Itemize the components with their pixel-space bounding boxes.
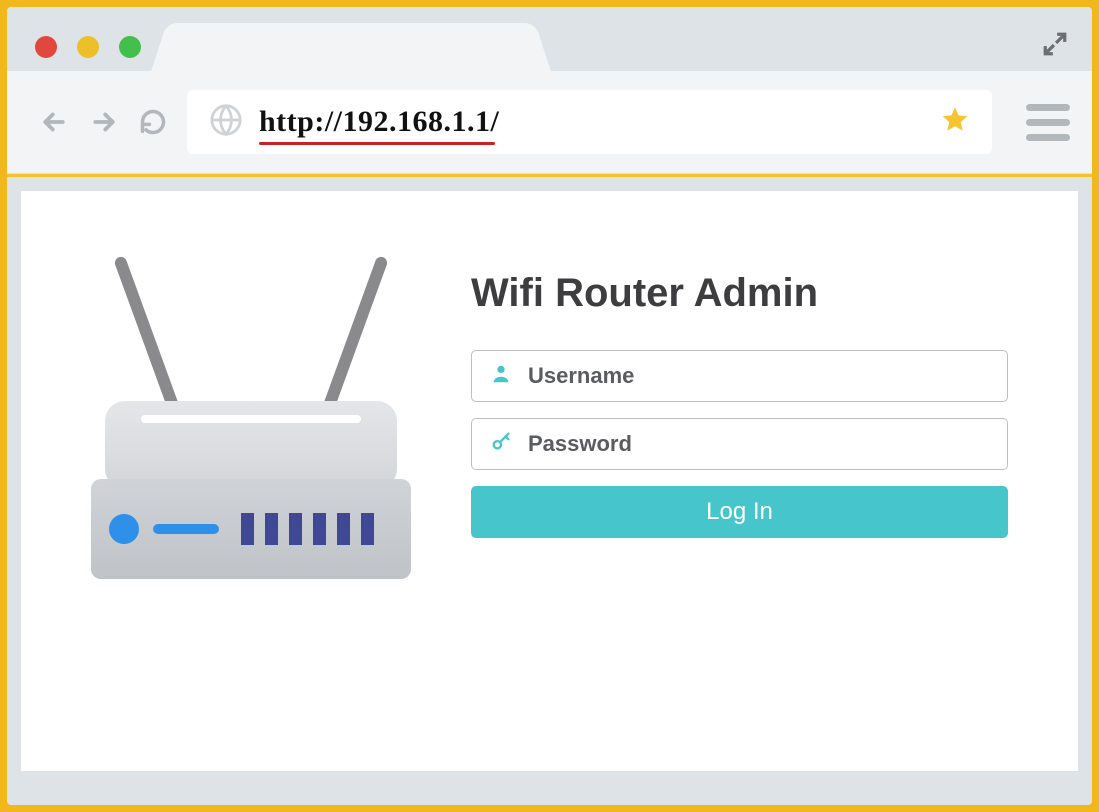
maximize-window-button[interactable]: [119, 36, 141, 58]
globe-icon: [209, 103, 243, 142]
forward-icon[interactable]: [89, 107, 119, 137]
username-placeholder: Username: [528, 363, 634, 389]
browser-tab[interactable]: [170, 23, 532, 71]
browser-window: http://192.168.1.1/: [7, 7, 1092, 805]
url-text: http://192.168.1.1/: [259, 105, 499, 138]
url-box: http://192.168.1.1/: [259, 105, 499, 139]
router-led: [109, 514, 139, 544]
router-illustration: [91, 261, 411, 581]
viewport: Wifi Router Admin Username Password L: [7, 174, 1092, 785]
tab-strip: [7, 7, 1092, 71]
user-icon: [490, 363, 512, 390]
address-bar[interactable]: http://192.168.1.1/: [187, 90, 992, 154]
password-field[interactable]: Password: [471, 418, 1008, 470]
key-icon: [490, 431, 512, 458]
menu-icon[interactable]: [1026, 104, 1070, 141]
bookmark-star-icon[interactable]: [940, 105, 970, 140]
fullscreen-icon[interactable]: [1042, 31, 1068, 62]
router-body: [105, 401, 397, 489]
router-antenna: [319, 255, 388, 419]
url-underline: [259, 142, 495, 145]
browser-toolbar: http://192.168.1.1/: [7, 71, 1092, 174]
router-login-page: Wifi Router Admin Username Password L: [21, 191, 1078, 771]
login-button[interactable]: Log In: [471, 486, 1008, 538]
username-field[interactable]: Username: [471, 350, 1008, 402]
login-form: Wifi Router Admin Username Password L: [471, 261, 1008, 538]
router-base: [91, 479, 411, 579]
minimize-window-button[interactable]: [77, 36, 99, 58]
stage: http://192.168.1.1/: [0, 0, 1099, 812]
router-antenna: [113, 255, 182, 419]
close-window-button[interactable]: [35, 36, 57, 58]
router-ports: [241, 513, 374, 545]
back-icon[interactable]: [39, 107, 69, 137]
reload-icon[interactable]: [139, 108, 167, 136]
password-placeholder: Password: [528, 431, 632, 457]
router-led-bar: [153, 524, 219, 534]
page-title: Wifi Router Admin: [471, 271, 1008, 316]
window-controls: [35, 36, 141, 58]
